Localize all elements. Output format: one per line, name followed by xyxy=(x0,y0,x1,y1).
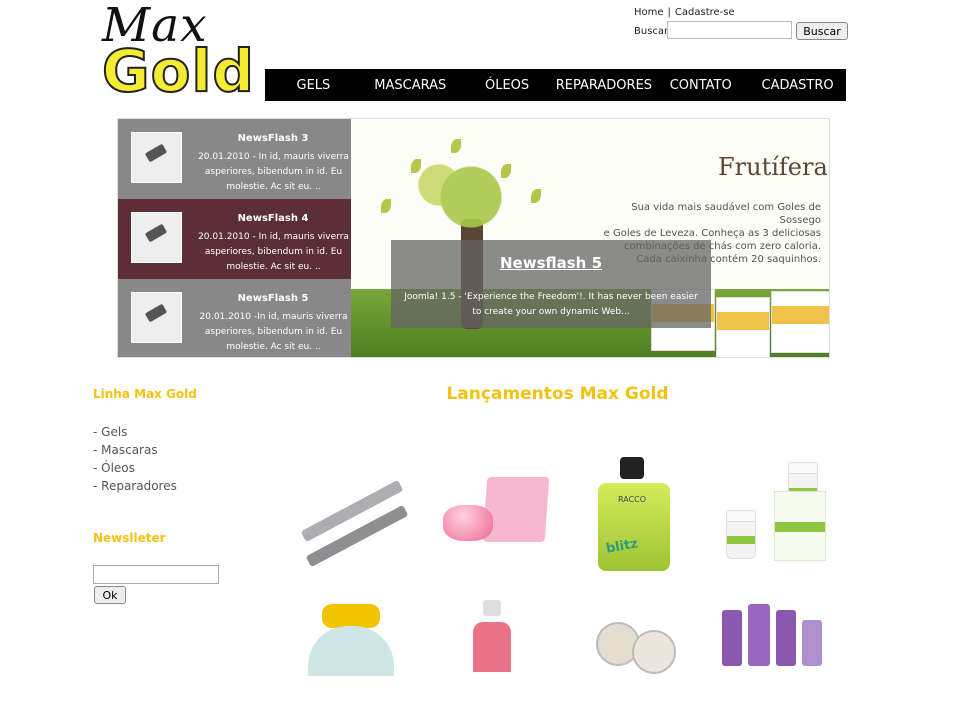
overlay-title[interactable]: Newsflash 5 xyxy=(391,254,711,272)
nav-item-oleos[interactable]: ÓLEOS xyxy=(459,69,556,101)
pump-bottle xyxy=(473,622,511,672)
newsletter-ok-button[interactable]: Ok xyxy=(94,586,126,604)
top-links-separator: | xyxy=(667,7,671,18)
search-input[interactable] xyxy=(667,21,792,39)
product-purple-tubes[interactable] xyxy=(712,600,830,720)
newsflash-text: 20.01.2010 -In id, mauris viverra asperi… xyxy=(199,312,348,352)
tube xyxy=(748,604,770,666)
product-eyeshadow[interactable] xyxy=(572,600,690,720)
home-link[interactable]: Home xyxy=(634,7,664,18)
bottle-cap xyxy=(322,604,380,628)
newsflash-item[interactable]: NewsFlash 3 20.01.2010 - In id, mauris v… xyxy=(118,119,351,199)
nav-item-gels[interactable]: GELS xyxy=(265,69,362,101)
search-button[interactable]: Buscar xyxy=(796,22,848,40)
bottle-body xyxy=(308,626,394,676)
slide-banner[interactable]: Frutífera Sua vida mais saudável com Gol… xyxy=(351,119,829,357)
site-logo[interactable]: Max Gold xyxy=(100,0,265,105)
search-label: Buscar xyxy=(634,26,669,37)
nav-item-reparadores[interactable]: REPARADORES xyxy=(555,69,652,101)
pump-head xyxy=(483,600,501,616)
pink-box xyxy=(482,477,550,542)
perfume-cap xyxy=(620,457,644,479)
banner-copy-line: Sua vida mais saudável com Goles de Soss… xyxy=(631,202,821,226)
nav-item-cadastro[interactable]: CADASTRO xyxy=(749,69,846,101)
product-yellow-cap-bottle[interactable] xyxy=(292,600,410,720)
pink-jar xyxy=(443,505,493,541)
nav-item-contato[interactable]: CONTATO xyxy=(652,69,749,101)
newsletter-email-field[interactable] xyxy=(93,565,219,584)
main-nav: GELS MASCARAS ÓLEOS REPARADORES CONTATO … xyxy=(265,69,846,101)
newsflash-title: NewsFlash 3 xyxy=(237,133,309,144)
leaf-icon xyxy=(381,199,391,213)
tea-box xyxy=(771,291,829,353)
supplement-jar xyxy=(726,510,756,559)
newsflash-thumbnail xyxy=(131,132,182,183)
perfume-brand: RACCO xyxy=(618,495,647,504)
newsflash-title: NewsFlash 4 xyxy=(237,213,309,224)
newsflash-item-active[interactable]: NewsFlash 4 20.01.2010 - In id, mauris v… xyxy=(118,199,351,279)
logo-text-gold: Gold xyxy=(101,37,255,105)
product-mascara[interactable] xyxy=(292,455,410,575)
newsflash-item[interactable]: NewsFlash 5 20.01.2010 -In id, mauris vi… xyxy=(118,279,351,357)
banner-tree-canopy xyxy=(391,137,551,257)
releases-heading: Lançamentos Max Gold xyxy=(446,384,669,404)
tea-box xyxy=(716,297,770,357)
product-line-list: - Gels - Mascaras - Óleos - Reparadores xyxy=(93,423,177,495)
nav-item-mascaras[interactable]: MASCARAS xyxy=(362,69,459,101)
product-pink-cream[interactable] xyxy=(433,455,551,575)
newsflash-thumbnail xyxy=(131,212,182,263)
sidebar-item-oleos[interactable]: - Óleos xyxy=(93,459,177,477)
product-blitz-perfume[interactable]: blitz RACCO xyxy=(572,455,690,575)
news-slideshow: NewsFlash 3 20.01.2010 - In id, mauris v… xyxy=(117,118,830,358)
sidebar-item-reparadores[interactable]: - Reparadores xyxy=(93,477,177,495)
register-link[interactable]: Cadastre-se xyxy=(675,7,735,18)
banner-brand: Frutífera xyxy=(718,153,828,181)
sidebar-item-gels[interactable]: - Gels xyxy=(93,423,177,441)
sidebar-item-mascaras[interactable]: - Mascaras xyxy=(93,441,177,459)
product-line-heading: Linha Max Gold xyxy=(93,387,197,401)
newsflash-thumbnail xyxy=(131,292,182,343)
newsflash-list: NewsFlash 3 20.01.2010 - In id, mauris v… xyxy=(118,119,351,357)
tube xyxy=(722,610,742,666)
tube xyxy=(802,620,822,666)
compact xyxy=(632,630,676,674)
banner-copy-line: e Goles de Leveza. Conheça as 3 delicios… xyxy=(603,228,821,239)
overlay-text: Joomla! 1.5 - 'Experience the Freedom'!.… xyxy=(404,292,698,317)
product-supplements[interactable] xyxy=(712,455,830,575)
product-pink-pump[interactable] xyxy=(433,600,551,720)
newsflash-overlay: Newsflash 5 Joomla! 1.5 - 'Experience th… xyxy=(391,240,711,328)
supplement-box xyxy=(774,491,826,561)
top-links: Home | Cadastre-se xyxy=(634,7,735,18)
newsflash-title: NewsFlash 5 xyxy=(237,293,309,304)
tube xyxy=(776,610,796,666)
newsflash-text: 20.01.2010 - In id, mauris viverra asper… xyxy=(198,152,349,192)
newsletter-heading: Newslleter xyxy=(93,531,166,545)
newsflash-text: 20.01.2010 - In id, mauris viverra asper… xyxy=(198,232,349,272)
